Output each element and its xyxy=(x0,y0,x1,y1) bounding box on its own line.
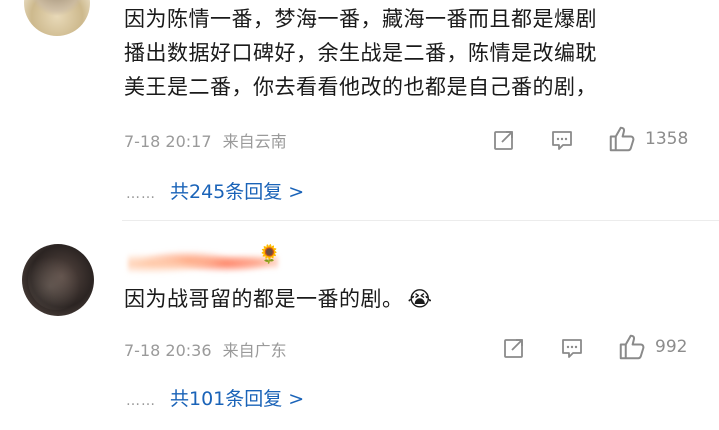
like-count: 1358 xyxy=(645,129,689,149)
view-replies-link[interactable]: …… 共101条回复 > xyxy=(126,384,304,411)
comment-location: 来自云南 xyxy=(222,132,287,151)
replies-dots: …… xyxy=(126,186,156,202)
avatar[interactable] xyxy=(24,0,90,36)
crying-emoji-icon: 😭 xyxy=(407,287,433,311)
like-icon xyxy=(609,126,635,152)
comment-button[interactable] xyxy=(550,128,574,156)
comment-icon xyxy=(552,131,572,150)
replies-dots: …… xyxy=(126,393,156,409)
replies-count: 共245条回复 > xyxy=(170,181,305,203)
avatar[interactable] xyxy=(22,244,94,316)
comment-text: 因为陈情一番，梦海一番，藏海一番而且都是爆剧 播出数据好口碑好，余生战是二番，陈… xyxy=(124,2,714,104)
comment-text: 因为战哥留的都是一番的剧。 😭 xyxy=(124,282,714,316)
comment-time: 7-18 20:17 xyxy=(124,132,212,151)
comment-location: 来自广东 xyxy=(222,341,287,360)
like-icon xyxy=(619,334,645,360)
view-replies-link[interactable]: …… 共245条回复 > xyxy=(126,177,304,204)
like-count: 992 xyxy=(655,337,688,357)
comment-button[interactable] xyxy=(560,336,584,364)
share-button[interactable] xyxy=(502,336,526,364)
comment-line: 播出数据好口碑好，余生战是二番，陈情是改编耽 xyxy=(124,41,597,65)
comment-time: 7-18 20:36 xyxy=(124,341,212,360)
comment-line: 因为陈情一番，梦海一番，藏海一番而且都是爆剧 xyxy=(124,7,597,31)
share-icon xyxy=(504,339,523,358)
share-button[interactable] xyxy=(492,128,516,156)
username-redacted[interactable] xyxy=(128,245,278,279)
like-button[interactable]: 1358 xyxy=(607,124,688,154)
comment-line: 美王是二番，你去看看他改的也都是自己番的剧， xyxy=(124,75,597,99)
replies-count: 共101条回复 > xyxy=(170,388,305,410)
comment-meta: 7-18 20:17 来自云南 xyxy=(124,128,287,152)
like-button[interactable]: 992 xyxy=(617,332,687,362)
divider xyxy=(122,220,719,221)
comment-line: 因为战哥留的都是一番的剧。 xyxy=(124,287,404,311)
user-badge-icon: 🌻 xyxy=(258,244,281,265)
comment-icon xyxy=(562,339,582,358)
comment-meta: 7-18 20:36 来自广东 xyxy=(124,337,287,361)
share-icon xyxy=(494,131,513,150)
